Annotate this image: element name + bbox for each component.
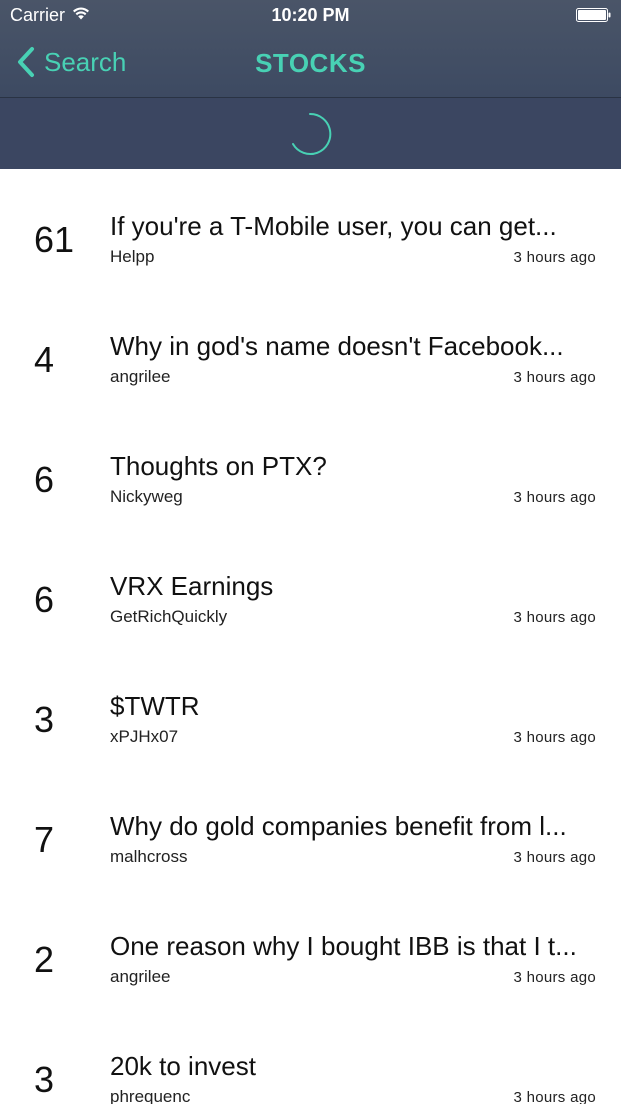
post-score: 2 (34, 939, 55, 980)
navigation-bar: Search STOCKS (0, 32, 621, 97)
spinner-icon (292, 112, 332, 155)
list-item[interactable]: 6 Thoughts on PTX? Nickyweg 3 hours ago (0, 409, 621, 529)
post-list: 61 If you're a T-Mobile user, you can ge… (0, 169, 621, 1104)
list-item[interactable]: 6 VRX Earnings GetRichQuickly 3 hours ag… (0, 529, 621, 649)
pull-to-refresh-area (0, 98, 621, 169)
post-time: 3 hours ago (513, 969, 596, 986)
post-score: 6 (34, 579, 55, 620)
list-item[interactable]: 3 $TWTR xPJHx07 3 hours ago (0, 649, 621, 769)
post-score: 61 (34, 219, 75, 260)
post-author: malhcross (110, 847, 188, 866)
post-score: 4 (34, 339, 55, 380)
post-author: angrilee (110, 367, 171, 386)
post-time: 3 hours ago (513, 609, 596, 626)
post-title: One reason why I bought IBB is that I t.… (110, 931, 577, 961)
post-author: Helpp (110, 247, 155, 266)
post-title: Thoughts on PTX? (110, 451, 327, 481)
status-time: 10:20 PM (271, 5, 350, 25)
post-author: xPJHx07 (110, 727, 179, 746)
post-time: 3 hours ago (513, 729, 596, 746)
page-title: STOCKS (255, 48, 366, 78)
post-score: 6 (34, 459, 55, 500)
post-time: 3 hours ago (513, 249, 596, 266)
post-author: Nickyweg (110, 487, 183, 506)
list-item[interactable]: 7 Why do gold companies benefit from l..… (0, 769, 621, 889)
battery-icon (576, 8, 611, 22)
post-score: 7 (34, 819, 55, 860)
post-score: 3 (34, 699, 55, 740)
post-author: GetRichQuickly (110, 607, 228, 626)
post-score: 3 (34, 1059, 55, 1100)
post-title: Why in god's name doesn't Facebook... (110, 331, 564, 361)
post-time: 3 hours ago (513, 369, 596, 386)
list-item[interactable]: 61 If you're a T-Mobile user, you can ge… (0, 169, 621, 289)
post-author: phrequenc (110, 1087, 191, 1104)
post-author: angrilee (110, 967, 171, 986)
list-item[interactable]: 2 One reason why I bought IBB is that I … (0, 889, 621, 1009)
list-item[interactable]: 3 20k to invest phrequenc 3 hours ago (0, 1009, 621, 1104)
post-title: $TWTR (110, 691, 200, 721)
list-item[interactable]: 4 Why in god's name doesn't Facebook... … (0, 289, 621, 409)
post-time: 3 hours ago (513, 849, 596, 866)
post-title: 20k to invest (110, 1051, 256, 1081)
post-title: Why do gold companies benefit from l... (110, 811, 567, 841)
post-title: If you're a T-Mobile user, you can get..… (110, 211, 557, 241)
post-time: 3 hours ago (513, 1089, 596, 1104)
post-title: VRX Earnings (110, 571, 274, 601)
post-time: 3 hours ago (513, 489, 596, 506)
header: Carrier 10:20 PM Search STOCKS (0, 0, 621, 98)
status-bar: Carrier 10:20 PM (0, 0, 621, 32)
